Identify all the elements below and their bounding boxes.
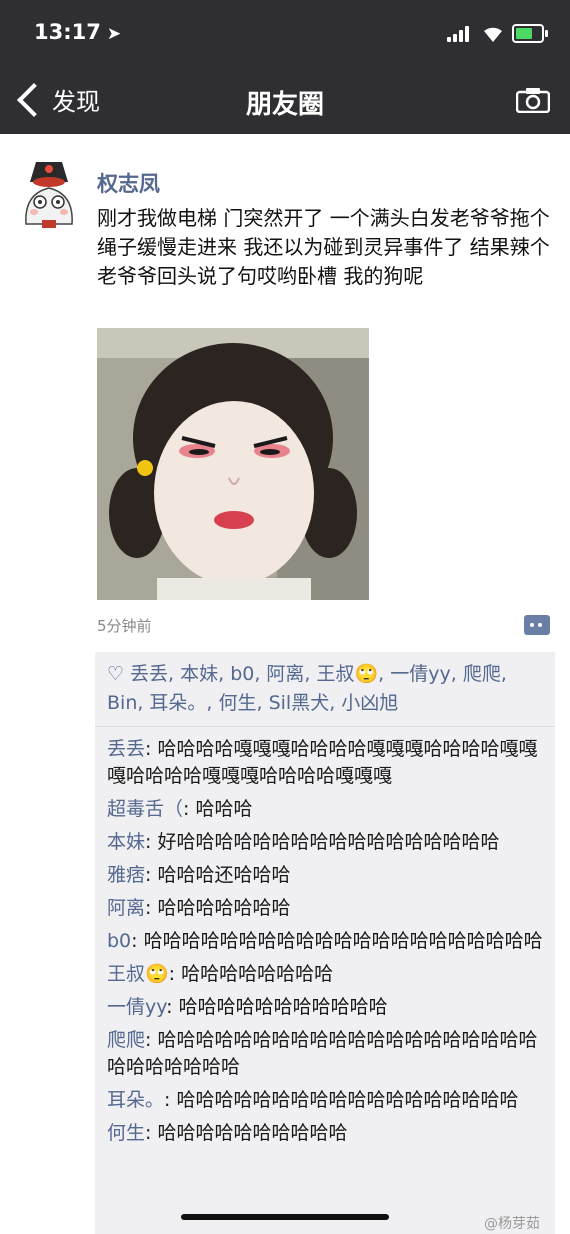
comment-author[interactable]: 本妹 xyxy=(107,831,145,853)
comment-item[interactable]: 耳朵。: 哈哈哈哈哈哈哈哈哈哈哈哈哈哈哈哈哈哈 xyxy=(107,1087,543,1114)
comment-separator: : xyxy=(168,963,182,985)
comment-author[interactable]: 一倩yy xyxy=(107,996,166,1018)
comment-text: 哈哈哈哈哈哈哈哈哈哈哈哈哈哈哈哈哈哈哈哈哈 xyxy=(143,930,543,952)
comment-item[interactable]: 一倩yy: 哈哈哈哈哈哈哈哈哈哈哈 xyxy=(107,994,543,1021)
post-time: 5分钟前 xyxy=(97,617,152,635)
comment-item[interactable]: 阿离: 哈哈哈哈哈哈哈 xyxy=(107,895,543,922)
comment-text: 哈哈哈哈嘎嘎嘎哈哈哈哈嘎嘎嘎哈哈哈哈嘎嘎嘎哈哈哈哈嘎嘎嘎哈哈哈哈嘎嘎嘎 xyxy=(107,738,538,787)
status-time: 13:17 ➤ xyxy=(34,20,121,44)
location-arrow-icon: ➤ xyxy=(106,24,122,44)
comment-separator: : xyxy=(145,897,158,919)
likes-names[interactable]: 丢丢, 本妹, b0, 阿离, 王叔🙄, 一倩yy, 爬爬, Bin, 耳朵。,… xyxy=(107,663,507,714)
camera-icon[interactable] xyxy=(516,87,550,113)
watermark-label: @杨芽茹 xyxy=(484,1216,540,1232)
cellular-signal-icon xyxy=(447,26,473,42)
comment-separator: : xyxy=(145,831,158,853)
girl-photo xyxy=(97,328,369,600)
wifi-icon xyxy=(484,27,502,42)
comment-text: 哈哈哈哈哈哈哈哈哈哈 xyxy=(157,1122,348,1144)
clock-text: 13:17 xyxy=(34,20,101,44)
comment-text: 哈哈哈哈哈哈哈哈哈哈哈 xyxy=(178,996,388,1018)
top-bar: 13:17 ➤ 发现 朋友圈 xyxy=(0,0,570,134)
comment-author[interactable]: 何生 xyxy=(107,1122,145,1144)
comment-item[interactable]: 丢丢: 哈哈哈哈嘎嘎嘎哈哈哈哈嘎嘎嘎哈哈哈哈嘎嘎嘎哈哈哈哈嘎嘎嘎哈哈哈哈嘎嘎嘎 xyxy=(107,736,543,790)
comment-author[interactable]: 超毒舌（ xyxy=(107,798,183,820)
comment-separator: : xyxy=(145,864,158,886)
post-photo[interactable] xyxy=(97,328,369,600)
comment-separator: : xyxy=(166,996,179,1018)
comment-item[interactable]: b0: 哈哈哈哈哈哈哈哈哈哈哈哈哈哈哈哈哈哈哈哈哈 xyxy=(107,928,543,955)
comment-author[interactable]: 耳朵。 xyxy=(107,1089,164,1111)
comment-item[interactable]: 雅痞: 哈哈哈还哈哈哈 xyxy=(107,862,543,889)
comment-item[interactable]: 超毒舌（: 哈哈哈 xyxy=(107,796,543,823)
more-actions-button[interactable] xyxy=(524,615,550,635)
comment-separator: : xyxy=(183,798,196,820)
comment-text: 哈哈哈还哈哈哈 xyxy=(157,864,291,886)
likes-list: ♡ 丢丢, 本妹, b0, 阿离, 王叔🙄, 一倩yy, 爬爬, Bin, 耳朵。… xyxy=(95,652,555,727)
comment-text: 哈哈哈哈哈哈哈 xyxy=(157,897,291,919)
comment-separator: : xyxy=(164,1089,177,1111)
comment-text: 哈哈哈哈哈哈哈哈哈哈哈哈哈哈哈哈哈哈哈哈哈哈哈哈哈哈哈 xyxy=(107,1029,538,1078)
comment-text: 哈哈哈哈哈哈哈哈哈哈哈哈哈哈哈哈哈哈 xyxy=(176,1089,519,1111)
comment-text: 哈哈哈哈哈哈哈哈 xyxy=(181,963,334,985)
comment-author[interactable]: 阿离 xyxy=(107,897,145,919)
comment-author[interactable]: 爬爬 xyxy=(107,1029,145,1051)
comment-item[interactable]: 爬爬: 哈哈哈哈哈哈哈哈哈哈哈哈哈哈哈哈哈哈哈哈哈哈哈哈哈哈哈 xyxy=(107,1027,543,1081)
comment-text: 好哈哈哈哈哈哈哈哈哈哈哈哈哈哈哈哈哈 xyxy=(157,831,500,853)
comment-item[interactable]: 王叔🙄: 哈哈哈哈哈哈哈哈 xyxy=(107,961,543,988)
comment-separator: : xyxy=(145,738,158,760)
avatar-image xyxy=(25,162,73,228)
comment-author[interactable]: 王叔🙄 xyxy=(107,963,169,985)
post-author[interactable]: 权志凤 xyxy=(97,168,160,198)
likes-comments-panel: ♡ 丢丢, 本妹, b0, 阿离, 王叔🙄, 一倩yy, 爬爬, Bin, 耳朵。… xyxy=(95,652,555,1234)
heart-icon: ♡ xyxy=(107,663,125,685)
home-indicator[interactable] xyxy=(181,1214,389,1220)
post-text: 刚才我做电梯 门突然开了 一个满头白发老爷爷拖个绳子缓慢走进来 我还以为碰到灵异… xyxy=(97,206,550,288)
comment-item[interactable]: 何生: 哈哈哈哈哈哈哈哈哈哈 xyxy=(107,1120,543,1147)
page-title: 朋友圈 xyxy=(245,90,324,120)
comment-list: 丢丢: 哈哈哈哈嘎嘎嘎哈哈哈哈嘎嘎嘎哈哈哈哈嘎嘎嘎哈哈哈哈嘎嘎嘎哈哈哈哈嘎嘎嘎 … xyxy=(95,727,555,1147)
comment-author[interactable]: b0 xyxy=(107,930,131,952)
comment-author[interactable]: 雅痞 xyxy=(107,864,145,886)
comment-separator: : xyxy=(131,930,144,952)
comment-text: 哈哈哈 xyxy=(195,798,253,820)
comment-separator: : xyxy=(145,1122,158,1144)
comment-separator: : xyxy=(145,1029,158,1051)
battery-icon xyxy=(512,24,548,43)
comment-author[interactable]: 丢丢 xyxy=(107,738,145,760)
comment-item[interactable]: 本妹: 好哈哈哈哈哈哈哈哈哈哈哈哈哈哈哈哈哈 xyxy=(107,829,543,856)
avatar[interactable] xyxy=(18,160,80,232)
